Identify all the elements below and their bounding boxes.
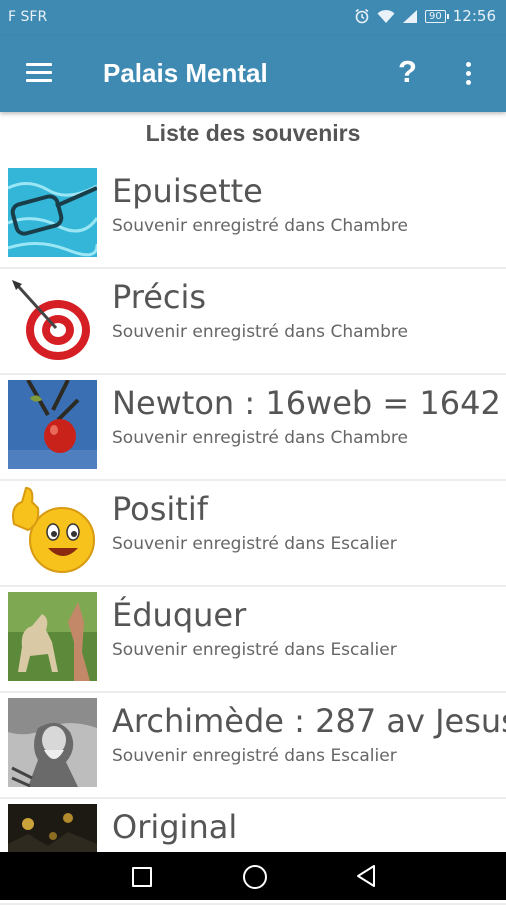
status-bar: F SFR 90 12:56 <box>0 0 506 36</box>
status-icons: 90 12:56 <box>354 7 496 25</box>
help-icon[interactable]: ? <box>398 54 417 90</box>
recents-square-icon[interactable] <box>132 867 152 887</box>
dog-training-image <box>8 592 97 681</box>
item-title: Précis <box>112 278 207 316</box>
memory-list: Epuisette Souvenir enregistré dans Chamb… <box>0 163 506 905</box>
item-title: Newton : 16web = 1642 <box>112 384 501 422</box>
item-title: Positif <box>112 490 208 528</box>
more-vert-icon[interactable] <box>466 62 474 88</box>
wifi-icon <box>377 9 395 23</box>
app-title: Palais Mental <box>103 58 268 88</box>
app-toolbar: Palais Mental ? <box>0 36 506 112</box>
item-title: Archimède : 287 av Jesus <box>112 702 506 740</box>
list-item[interactable]: Epuisette Souvenir enregistré dans Chamb… <box>0 163 506 269</box>
net-in-water-image <box>8 168 97 257</box>
list-heading: Liste des souvenirs <box>145 120 361 146</box>
list-item[interactable]: Éduquer Souvenir enregistré dans Escalie… <box>0 587 506 693</box>
item-title: Original <box>112 808 238 846</box>
item-subtitle: Souvenir enregistré dans Escalier <box>112 534 397 554</box>
carrier-label: F SFR <box>8 9 48 25</box>
item-subtitle: Souvenir enregistré dans Chambre <box>112 428 408 448</box>
apple-on-tree-image <box>8 380 97 469</box>
system-nav-bar <box>0 852 506 900</box>
home-circle-icon[interactable] <box>243 865 267 889</box>
thumbs-up-smiley-image <box>8 486 97 575</box>
signal-icon <box>403 9 418 23</box>
item-subtitle: Souvenir enregistré dans Chambre <box>112 322 408 342</box>
item-title: Epuisette <box>112 172 263 210</box>
archimedes-engraving-image <box>8 698 97 787</box>
item-subtitle: Souvenir enregistré dans Escalier <box>112 640 397 660</box>
list-item[interactable]: Positif Souvenir enregistré dans Escalie… <box>0 481 506 587</box>
target-dart-image <box>8 274 97 363</box>
menu-icon[interactable] <box>26 63 54 85</box>
list-item[interactable]: Précis Souvenir enregistré dans Chambre <box>0 269 506 375</box>
item-subtitle: Souvenir enregistré dans Escalier <box>112 746 397 766</box>
alarm-icon <box>355 8 369 24</box>
item-subtitle: Souvenir enregistré dans Chambre <box>112 216 408 236</box>
battery-icon: 90 <box>425 9 449 23</box>
clock: 12:56 <box>452 7 496 25</box>
list-item[interactable]: Newton : 16web = 1642 Souvenir enregistr… <box>0 375 506 481</box>
item-title: Éduquer <box>112 596 247 634</box>
back-triangle-icon[interactable] <box>355 864 377 888</box>
list-item[interactable]: Archimède : 287 av Jesus Souvenir enregi… <box>0 693 506 799</box>
